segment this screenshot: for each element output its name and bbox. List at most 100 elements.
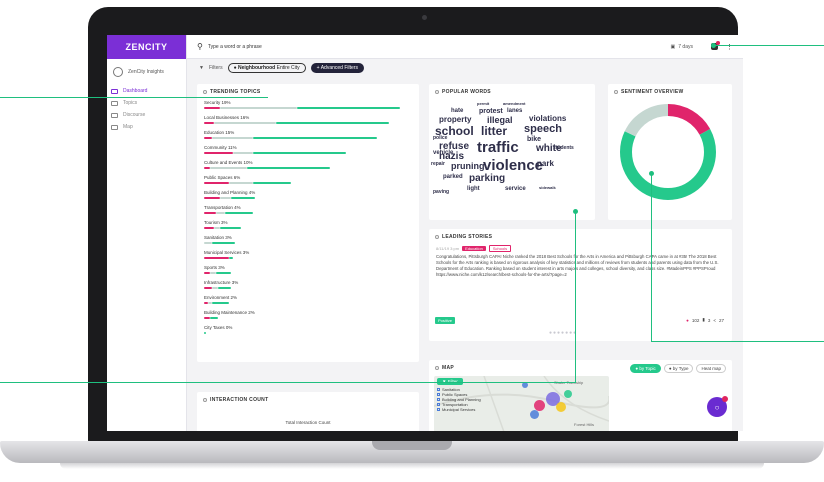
topic-label: Infrastructure 3% <box>204 280 239 285</box>
topic-row[interactable]: Building and Planning 4% <box>204 190 412 205</box>
topics-icon <box>111 100 118 106</box>
topic-row[interactable]: Education 15% <box>204 130 412 145</box>
search-icon[interactable]: ⚲ <box>197 42 203 51</box>
word-item[interactable]: light <box>467 186 480 192</box>
topic-row[interactable]: Sports 3% <box>204 265 412 280</box>
word-item[interactable]: bike <box>527 136 541 143</box>
topic-row[interactable]: Sanitation 3% <box>204 235 412 250</box>
date-range-label: 7 days <box>678 43 693 50</box>
sentiment-bar-neg <box>204 227 215 230</box>
sidebar-item-map[interactable]: Map <box>107 121 186 133</box>
chat-button[interactable]: ○ <box>707 396 728 417</box>
topic-row[interactable]: Local Businesses 16% <box>204 115 412 130</box>
word-item[interactable]: property <box>439 116 471 124</box>
advanced-filters-button[interactable]: + Advanced Filters <box>310 63 364 73</box>
topic-row[interactable]: Culture and Events 10% <box>204 160 412 175</box>
word-item[interactable]: speech <box>524 124 562 135</box>
filters-label: Filters <box>208 65 223 71</box>
word-item[interactable]: amendment <box>503 102 525 106</box>
topic-label: Municipal Services 3% <box>204 250 250 255</box>
topic-row[interactable]: Tourism 3% <box>204 220 412 235</box>
word-item[interactable]: violence <box>483 158 543 173</box>
sentiment-bar-pos <box>228 257 233 260</box>
checkbox[interactable] <box>437 408 440 411</box>
map-cluster[interactable] <box>556 402 566 412</box>
sentiment-bar-neg <box>204 152 233 155</box>
word-item[interactable]: park <box>537 160 554 168</box>
checkbox[interactable] <box>437 403 440 406</box>
engagement-stats: ● 102 ▮ 3 <27 <box>686 317 724 323</box>
topic-row[interactable]: Transportation 4% <box>204 205 412 220</box>
sidebar-item-dashboard[interactable]: Dashboard <box>107 85 186 97</box>
topic-row[interactable]: Community 11% <box>204 145 412 160</box>
word-item[interactable]: service <box>505 186 526 192</box>
word-item[interactable]: parked <box>443 174 463 180</box>
tab-by-type[interactable]: ● by Type <box>663 364 694 373</box>
legend-item[interactable]: Municipal Services <box>437 407 481 412</box>
sidebar-item-discourse[interactable]: Discourse <box>107 109 186 121</box>
carousel-dots[interactable]: ●●●●●●● <box>549 330 577 336</box>
word-item[interactable]: parking <box>469 174 505 184</box>
callout-line <box>651 341 824 342</box>
stories-title: LEADING STORIES <box>442 234 493 240</box>
laptop-shadow <box>60 463 764 469</box>
topic-row[interactable]: Security 19% <box>204 100 412 115</box>
likes-count: 102 <box>691 317 700 323</box>
sentiment-bar-neg <box>204 182 229 185</box>
map-cluster[interactable] <box>530 410 539 419</box>
info-icon <box>203 90 207 94</box>
word-item[interactable]: traffic <box>477 140 519 155</box>
interaction-count-label: Total Interaction Count <box>285 420 331 425</box>
user-profile[interactable]: ZenCity Insights <box>107 59 186 85</box>
story-tag[interactable]: Schools <box>488 245 512 252</box>
word-item[interactable]: permit <box>477 102 489 106</box>
callout-line <box>651 173 652 341</box>
word-item[interactable]: violations <box>529 115 566 123</box>
callout-line <box>575 211 576 382</box>
filter-key: Neighbourhood <box>238 65 276 71</box>
word-item[interactable]: lanes <box>507 108 522 114</box>
story-text: Congratulations, Pittsburgh CAPA! Niche … <box>436 254 719 277</box>
leading-stories-card: LEADING STORIES 8/11/19 3:pm Education S… <box>429 229 732 341</box>
checkbox[interactable] <box>437 388 440 391</box>
more-icon[interactable]: ⋮ <box>726 43 733 51</box>
story-tag[interactable]: Education <box>462 246 486 251</box>
sentiment-bar-neg <box>204 137 213 140</box>
checkbox[interactable] <box>437 393 440 396</box>
word-item[interactable]: pruning <box>451 162 485 171</box>
word-item[interactable]: repair <box>431 162 445 167</box>
sentiment-bar-pos <box>210 317 219 320</box>
topic-row[interactable]: Municipal Services 3% <box>204 250 412 265</box>
topic-row[interactable]: Environment 2% <box>204 295 412 310</box>
word-item[interactable]: sidewalk <box>539 186 556 190</box>
neighbourhood-filter[interactable]: ● Neighbourhood Entire City <box>227 63 306 73</box>
search-input[interactable]: Type a word or a phrase <box>208 44 262 50</box>
callout-line <box>0 382 576 383</box>
tab-heat-map[interactable]: Heat map <box>696 364 726 373</box>
word-item[interactable]: protest <box>479 108 503 115</box>
sentiment-bar-neg <box>204 287 213 290</box>
filter-icon: ▼ <box>199 65 204 71</box>
sentiment-bar-neu <box>212 137 254 140</box>
map-cluster[interactable] <box>564 390 572 398</box>
topic-row[interactable]: Building Maintenance 2% <box>204 310 412 325</box>
word-item[interactable]: paving <box>433 190 449 195</box>
webcam <box>422 15 427 20</box>
topic-label: Education 15% <box>204 130 235 135</box>
topic-row[interactable]: Infrastructure 3% <box>204 280 412 295</box>
topic-row[interactable]: Public Spaces 6% <box>204 175 412 190</box>
info-icon <box>435 90 439 94</box>
chat-icon: ○ <box>714 402 720 412</box>
sidebar-item-topics[interactable]: Topics <box>107 97 186 109</box>
checkbox[interactable] <box>437 398 440 401</box>
word-item[interactable]: hate <box>451 108 463 114</box>
tab-by-topic[interactable]: ● by Topic <box>630 364 661 373</box>
word-item[interactable]: litter <box>481 125 507 137</box>
sentiment-bar-neg <box>204 212 217 215</box>
topic-row[interactable]: City Taxes 0% <box>204 325 412 340</box>
date-range-selector[interactable]: ▣ 7 days <box>671 44 693 50</box>
callout-dot <box>649 171 654 176</box>
app-logo[interactable]: ZENCITY <box>107 35 186 59</box>
word-item[interactable]: students <box>553 146 574 151</box>
sentiment-bar-neg <box>204 122 215 125</box>
